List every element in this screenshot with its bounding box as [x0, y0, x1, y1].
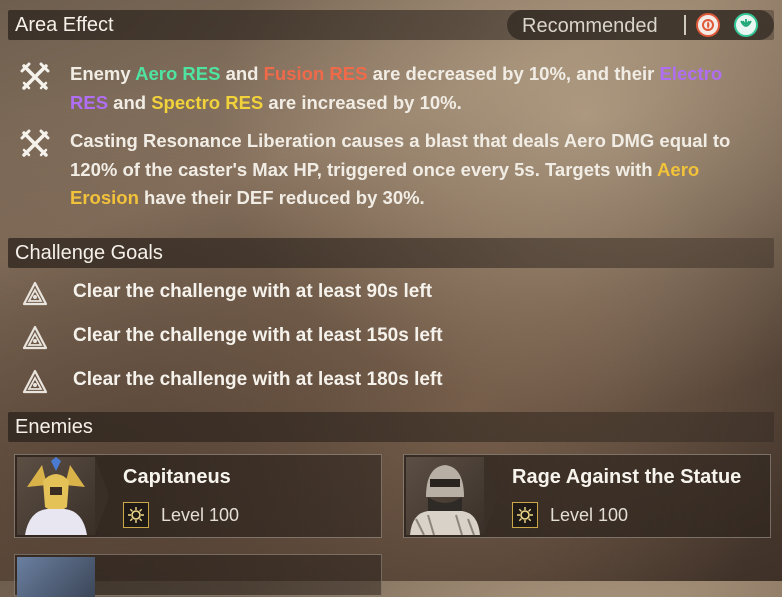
enemy-portrait — [406, 457, 484, 535]
challenge-goals-title: Challenge Goals — [15, 242, 163, 264]
fusion-icon[interactable] — [696, 13, 720, 37]
triangle-emblem-icon — [22, 369, 48, 394]
enemies-title: Enemies — [15, 416, 93, 438]
triangle-emblem-icon — [22, 325, 48, 350]
crossed-swords-icon — [20, 62, 50, 90]
goal-item: Clear the challenge with at least 180s l… — [22, 367, 522, 397]
effect-item: Enemy Aero RES and Fusion RES are decrea… — [20, 60, 762, 120]
triangle-emblem-icon — [22, 281, 48, 306]
area-effect-title: Area Effect — [15, 14, 114, 36]
effect-description: Casting Resonance Liberation causes a bl… — [70, 130, 731, 208]
goal-text: Clear the challenge with at least 180s l… — [73, 369, 443, 390]
divider — [684, 15, 686, 35]
level-emblem-icon — [123, 502, 149, 528]
enemy-level: Level 100 — [161, 505, 240, 525]
level-emblem-icon — [512, 502, 538, 528]
challenge-goals-header: Challenge Goals — [8, 238, 774, 268]
effect-item: Casting Resonance Liberation causes a bl… — [20, 127, 762, 217]
effect-description: Enemy Aero RES and Fusion RES are decrea… — [70, 63, 723, 113]
portrait-divider — [95, 457, 109, 535]
enemies-header: Enemies — [8, 412, 774, 442]
area-effect-header: Area Effect Recommended — [8, 10, 774, 40]
aero-icon[interactable] — [734, 13, 758, 37]
goal-item: Clear the challenge with at least 90s le… — [22, 279, 522, 309]
enemy-name: Capitaneus — [123, 466, 231, 488]
enemy-card[interactable] — [14, 554, 382, 597]
fusion-res-keyword: Fusion RES — [263, 63, 368, 84]
enemy-card[interactable]: Capitaneus Level 100 — [14, 454, 382, 538]
enemy-name: Rage Against the Statue — [512, 466, 742, 488]
recommended-label: Recommended — [522, 15, 658, 37]
enemy-level: Level 100 — [550, 505, 629, 525]
goal-text: Clear the challenge with at least 150s l… — [73, 325, 443, 346]
portrait-divider — [484, 457, 498, 535]
crossed-swords-icon — [20, 129, 50, 157]
enemy-portrait — [17, 457, 95, 535]
enemy-portrait — [17, 557, 95, 597]
goal-item: Clear the challenge with at least 150s l… — [22, 323, 522, 353]
spectro-res-keyword: Spectro RES — [151, 91, 264, 113]
enemy-card[interactable]: Rage Against the Statue Level 100 — [403, 454, 771, 538]
goal-text: Clear the challenge with at least 90s le… — [73, 281, 433, 302]
aero-res-keyword: Aero RES — [135, 63, 221, 84]
recommended-elements: Recommended — [507, 10, 774, 40]
